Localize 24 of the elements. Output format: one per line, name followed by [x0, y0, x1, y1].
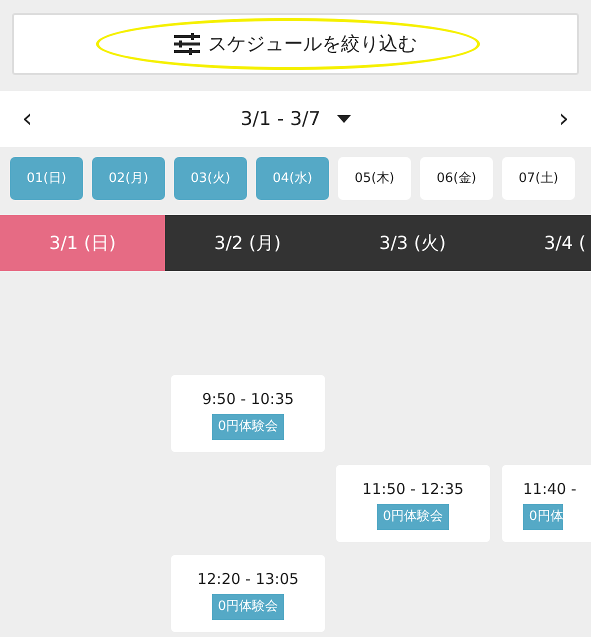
session-time: 11:50 - 12:35 [362, 478, 464, 500]
session-card[interactable]: 12:20 - 13:05 0円体験会 [171, 555, 325, 632]
session-tag: 0円体験会 [212, 594, 284, 620]
filter-button[interactable]: スケジュールを絞り込む [12, 13, 579, 75]
session-card[interactable]: 9:50 - 10:35 0円体験会 [171, 375, 325, 452]
session-time: 9:50 - 10:35 [202, 388, 294, 410]
session-card[interactable]: 11:40 - 0円体 [502, 465, 591, 542]
day-chip[interactable]: 06(金) [420, 157, 493, 200]
session-time: 11:40 - [523, 478, 576, 500]
session-card[interactable]: 11:50 - 12:35 0円体験会 [336, 465, 490, 542]
day-chip[interactable]: 07(土) [502, 157, 575, 200]
day-header-tab[interactable]: 3/3 (火) [330, 215, 495, 271]
sliders-icon [174, 33, 200, 55]
day-header-tab[interactable]: 3/2 (月) [165, 215, 330, 271]
day-chip[interactable]: 05(木) [338, 157, 411, 200]
day-header-tab[interactable]: 3/4 ( [495, 215, 591, 271]
next-week-button[interactable]: › [558, 100, 569, 138]
previous-week-button[interactable]: ‹ [22, 100, 32, 138]
session-time: 12:20 - 13:05 [197, 568, 299, 590]
caret-icon [336, 115, 351, 123]
session-tag: 0円体 [523, 504, 564, 530]
session-tag: 0円体験会 [376, 504, 450, 530]
session-tag: 0円体験会 [212, 414, 284, 440]
week-range-dropdown[interactable]: 3/1 - 3/7 [240, 104, 351, 134]
